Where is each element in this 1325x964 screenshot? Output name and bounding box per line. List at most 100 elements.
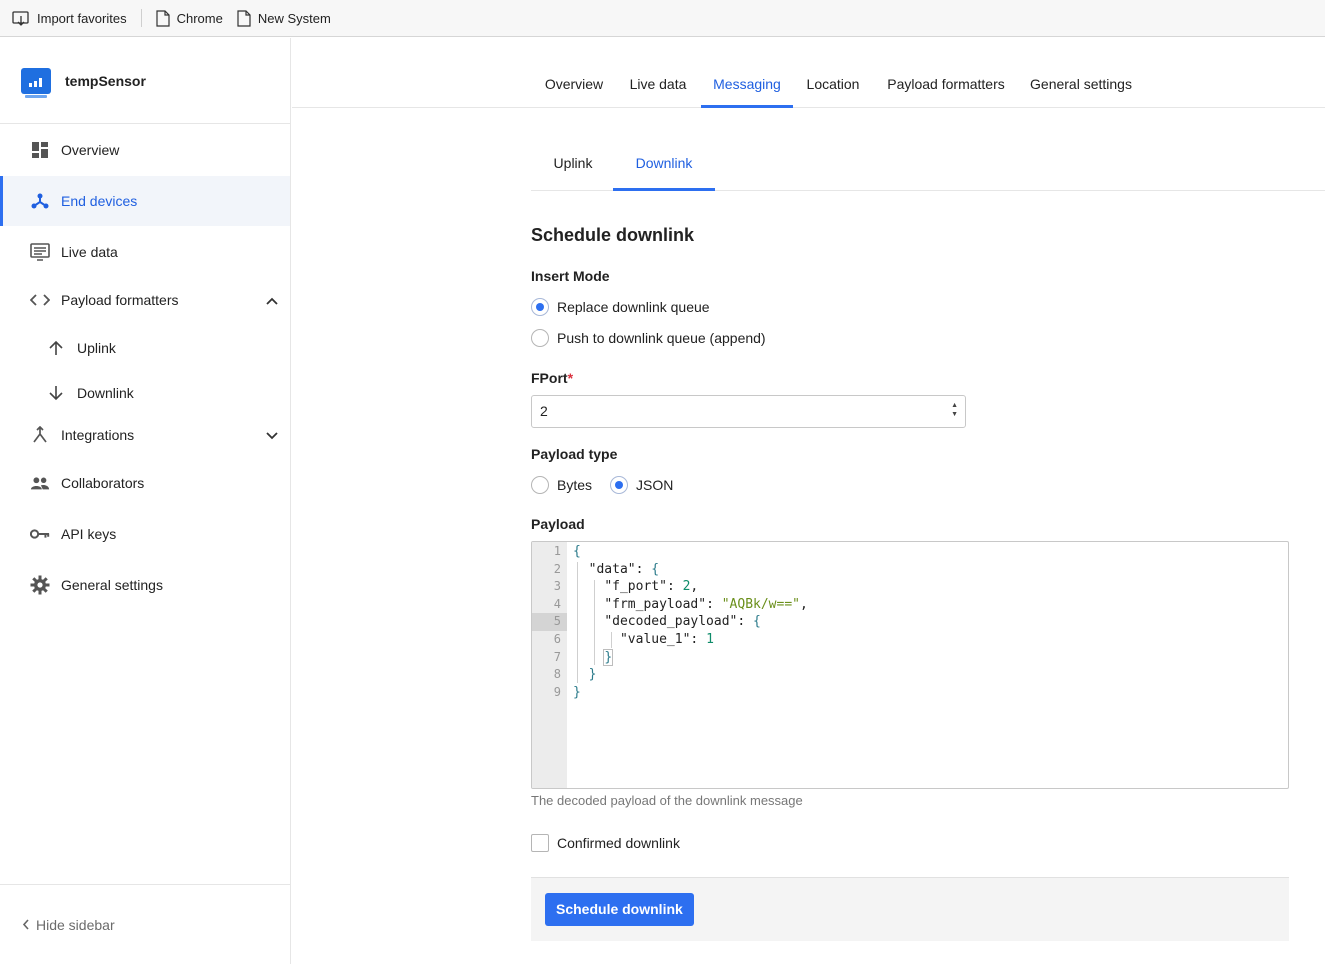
bookmark-import-favorites[interactable]: Import favorites: [12, 10, 127, 26]
sidebar-item-label: End devices: [61, 193, 138, 209]
live-data-icon: [30, 242, 50, 262]
radio-bytes[interactable]: Bytes: [531, 476, 592, 494]
tab-location[interactable]: Location: [799, 66, 867, 108]
line-number: 7: [553, 649, 561, 664]
form-title: Schedule downlink: [531, 225, 695, 245]
page-icon: [155, 9, 170, 27]
code-line: "frm_payload": "AQBk/w==",: [604, 596, 808, 612]
integrations-icon: [30, 425, 50, 445]
sidebar-item-label: Integrations: [61, 427, 135, 443]
payload-label: Payload: [531, 516, 585, 532]
confirmed-downlink-checkbox[interactable]: Confirmed downlink: [531, 834, 680, 852]
hide-sidebar-button[interactable]: Hide sidebar: [0, 884, 290, 964]
import-favorites-icon: [12, 11, 29, 26]
chevron-down-icon[interactable]: [266, 427, 278, 443]
required-marker: *: [567, 370, 574, 386]
line-number-gutter: 1 2 3 4 5 6 7 8 9: [532, 542, 567, 788]
hide-sidebar-label: Hide sidebar: [36, 916, 115, 933]
key-icon: [30, 524, 50, 544]
sidebar-item-label: Payload formatters: [61, 292, 179, 308]
subtab-uplink[interactable]: Uplink: [539, 145, 607, 191]
sidebar: tempSensor Overview End devices Live dat…: [0, 38, 291, 964]
radio-button-selected[interactable]: [610, 476, 628, 494]
chevron-up-icon[interactable]: [266, 292, 278, 308]
sidebar-item-downlink[interactable]: Downlink: [0, 373, 290, 413]
sidebar-item-uplink[interactable]: Uplink: [0, 328, 290, 368]
device-tabs: Overview Live data Messaging Location Pa…: [292, 66, 1325, 108]
sidebar-item-live-data[interactable]: Live data: [0, 232, 290, 272]
stepper-up-icon[interactable]: ▲: [951, 401, 958, 410]
sidebar-item-payload-formatters[interactable]: Payload formatters: [0, 280, 290, 320]
radio-label: JSON: [636, 477, 674, 493]
tab-general-settings[interactable]: General settings: [1024, 66, 1138, 108]
radio-json[interactable]: JSON: [610, 476, 673, 494]
main-content: Overview Live data Messaging Location Pa…: [292, 38, 1325, 964]
line-number: 4: [553, 596, 561, 611]
code-line: }: [573, 684, 581, 700]
line-number: 6: [553, 632, 561, 646]
stepper-down-icon[interactable]: ▼: [951, 410, 958, 419]
radio-replace-queue[interactable]: Replace downlink queue: [531, 298, 710, 316]
sidebar-item-label: Downlink: [77, 385, 134, 401]
arrow-down-icon: [46, 383, 66, 403]
tab-overview[interactable]: Overview: [536, 66, 612, 108]
page-icon: [237, 9, 251, 27]
fport-label-text: FPort: [531, 370, 568, 386]
sidebar-item-label: General settings: [61, 577, 163, 593]
devices-icon: [30, 191, 50, 211]
bookmark-chrome[interactable]: Chrome: [155, 9, 223, 27]
form-footer: Schedule downlink: [531, 877, 1289, 941]
radio-button-selected[interactable]: [531, 298, 549, 316]
app-header: tempSensor: [0, 38, 290, 124]
subtab-downlink[interactable]: Downlink: [613, 145, 715, 191]
code-line: "decoded_payload": {: [604, 614, 761, 630]
line-number: 3: [553, 579, 561, 594]
bookmark-label: Chrome: [176, 10, 223, 26]
tab-live-data[interactable]: Live data: [622, 66, 694, 108]
app-name: tempSensor: [65, 72, 146, 89]
sidebar-item-integrations[interactable]: Integrations: [0, 415, 290, 455]
sidebar-item-general-settings[interactable]: General settings: [0, 565, 290, 605]
sidebar-item-api-keys[interactable]: API keys: [0, 514, 290, 554]
tab-payload-formatters[interactable]: Payload formatters: [880, 66, 1012, 108]
radio-push-queue[interactable]: Push to downlink queue (append): [531, 329, 766, 347]
bookmark-label: Import favorites: [37, 10, 127, 26]
code-line: "data": {: [588, 561, 660, 577]
sidebar-item-end-devices[interactable]: End devices: [0, 176, 290, 226]
insert-mode-label: Insert Mode: [531, 268, 610, 284]
radio-button[interactable]: [531, 329, 549, 347]
sidebar-item-overview[interactable]: Overview: [0, 130, 290, 170]
gear-icon: [30, 575, 50, 595]
line-number: 9: [553, 684, 561, 699]
bookmark-label: New System: [257, 10, 331, 26]
payload-type-label: Payload type: [531, 446, 618, 462]
payload-help-text: The decoded payload of the downlink mess…: [531, 793, 803, 808]
fport-input[interactable]: 2 ▲ ▼: [531, 395, 966, 428]
schedule-downlink-button[interactable]: Schedule downlink: [545, 893, 694, 926]
checkbox[interactable]: [531, 834, 549, 852]
fport-value: 2: [540, 403, 548, 419]
bookmarks-divider: [140, 9, 142, 27]
sidebar-item-label: Live data: [61, 244, 118, 260]
code-line: "value_1": 1: [619, 632, 714, 647]
radio-label: Bytes: [557, 477, 593, 493]
dashboard-icon: [30, 140, 50, 160]
bookmarks-bar: Import favorites Chrome New System: [0, 0, 1325, 37]
code-line: }: [588, 667, 597, 683]
sidebar-item-label: API keys: [61, 526, 117, 542]
bookmark-new-system[interactable]: New System: [237, 9, 331, 27]
people-icon: [30, 473, 50, 493]
line-number: 1: [553, 544, 561, 558]
sidebar-item-collaborators[interactable]: Collaborators: [0, 463, 290, 503]
code-line: {: [573, 544, 581, 559]
line-number: 2: [553, 561, 561, 576]
tab-messaging[interactable]: Messaging: [701, 66, 793, 108]
radio-button[interactable]: [531, 476, 549, 494]
messaging-subtabs: Uplink Downlink: [531, 145, 1325, 191]
number-stepper[interactable]: ▲ ▼: [951, 401, 958, 419]
payload-code-editor[interactable]: 1 2 3 4 5 6 7 8 9 { "data": { "f_port": …: [531, 541, 1289, 789]
sidebar-item-label: Uplink: [77, 340, 116, 356]
radio-label: Push to downlink queue (append): [557, 330, 766, 346]
checkbox-label: Confirmed downlink: [557, 835, 680, 851]
code-icon: [30, 290, 50, 310]
